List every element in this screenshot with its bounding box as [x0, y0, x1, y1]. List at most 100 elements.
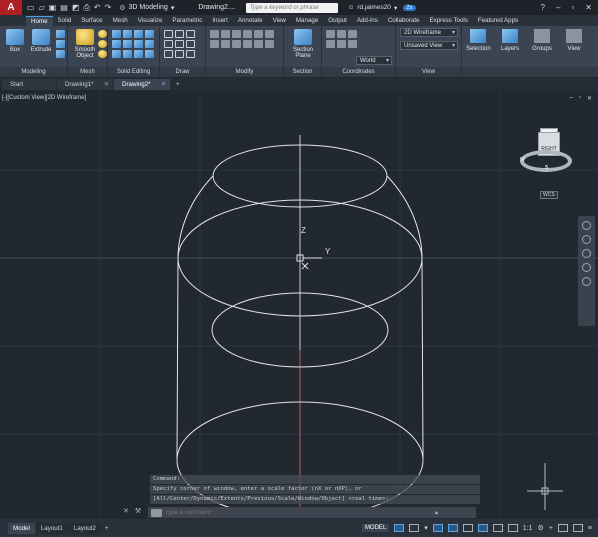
move-icon[interactable]	[210, 30, 219, 38]
help-search-input[interactable]: Type a keyword or phrase	[245, 2, 338, 13]
document-tab[interactable]: Start	[2, 79, 56, 90]
document-tab[interactable]: Drawing2* ✕	[114, 79, 170, 90]
ribbon-tab-featured-apps[interactable]: Featured Apps	[473, 16, 523, 26]
revolve-icon[interactable]	[56, 50, 65, 58]
mesh-smooth-less-icon[interactable]	[98, 40, 107, 48]
mesh-refine-icon[interactable]	[98, 50, 107, 58]
offset-icon[interactable]	[265, 30, 274, 38]
trim-icon[interactable]	[232, 40, 241, 48]
separate-icon[interactable]	[145, 40, 154, 48]
wcs-menu[interactable]: WCS	[540, 191, 558, 199]
zoom-icon[interactable]	[582, 249, 591, 258]
ribbon-tab-manage[interactable]: Manage	[291, 16, 323, 26]
ortho-toggle-icon[interactable]	[432, 524, 443, 532]
section-panel-label[interactable]: Section	[284, 67, 321, 77]
modeling-panel-label[interactable]: Modeling	[0, 67, 67, 77]
ribbon-tab-view[interactable]: View	[268, 16, 291, 26]
chamfer-edge-icon[interactable]	[123, 50, 132, 58]
ribbon-tab-annotate[interactable]: Annotate	[233, 16, 268, 26]
ucs-world-icon[interactable]	[337, 30, 346, 38]
extrude-button[interactable]: Extrude	[28, 29, 54, 63]
ribbon-tab-surface[interactable]: Surface	[76, 16, 107, 26]
taper-faces-icon[interactable]	[145, 50, 154, 58]
ribbon-tab-parametric[interactable]: Parametric	[167, 16, 207, 26]
ribbon-tab-mesh[interactable]: Mesh	[108, 16, 133, 26]
web-icon[interactable]: ◩	[72, 3, 80, 13]
command-prompt-icon[interactable]	[151, 508, 162, 517]
lineweight-icon[interactable]	[492, 524, 503, 532]
groups-button[interactable]: Groups	[530, 29, 554, 63]
annotation-scale[interactable]: 1:1	[523, 525, 533, 532]
close-tab-icon[interactable]: ✕	[161, 79, 166, 90]
spline-icon[interactable]	[164, 50, 173, 58]
chevron-down-icon[interactable]: ▾	[424, 524, 428, 532]
coordinates-panel-label[interactable]: Coordinates	[322, 67, 395, 77]
polar-toggle-icon[interactable]	[447, 524, 458, 532]
osnap-toggle-icon[interactable]	[477, 524, 488, 532]
user-account[interactable]: ☺ rd.jaimes20 ▾	[348, 4, 398, 12]
workspace-switcher[interactable]: ⚙ 3D Modeling ▾	[119, 4, 174, 12]
grid-toggle-icon[interactable]	[394, 524, 405, 532]
ucs-origin-icon[interactable]	[348, 30, 357, 38]
chevron-up-icon[interactable]: ▴	[435, 509, 438, 516]
ellipse-icon[interactable]	[175, 50, 184, 58]
new-tab-icon[interactable]: +	[171, 79, 185, 90]
isodraft-icon[interactable]	[462, 524, 473, 532]
smooth-object-button[interactable]: Smooth Object	[70, 29, 100, 63]
minimize-icon[interactable]: –	[556, 3, 560, 12]
pan-icon[interactable]	[582, 235, 591, 244]
ribbon-tab-solid[interactable]: Solid	[53, 16, 77, 26]
command-input[interactable]	[165, 509, 435, 516]
view-button[interactable]: View	[562, 29, 586, 63]
showmotion-icon[interactable]	[582, 277, 591, 286]
presspull-icon[interactable]	[56, 30, 65, 38]
rectangle-icon[interactable]	[175, 40, 184, 48]
redo-icon[interactable]: ↷	[105, 3, 112, 13]
ucs-x-icon[interactable]	[326, 40, 335, 48]
open-file-icon[interactable]: ▱	[39, 3, 45, 13]
ribbon-tab-insert[interactable]: Insert	[207, 16, 232, 26]
help-icon[interactable]: ?	[541, 3, 545, 12]
extend-icon[interactable]	[243, 40, 252, 48]
wrench-icon[interactable]: ⚒	[135, 507, 141, 515]
restore-icon[interactable]: ▫	[571, 3, 574, 12]
circle-icon[interactable]	[186, 30, 195, 38]
ucs-y-icon[interactable]	[337, 40, 346, 48]
viewcube[interactable]: RIGHT W S	[518, 128, 572, 178]
ucs-dropdown[interactable]: World	[356, 56, 392, 65]
snap-toggle-icon[interactable]	[409, 524, 420, 532]
interfere-icon[interactable]	[112, 40, 121, 48]
ribbon-tab-visualize[interactable]: Visualize	[133, 16, 168, 26]
shell-icon[interactable]	[134, 50, 143, 58]
close-tab-icon[interactable]: ✕	[104, 79, 109, 90]
ribbon-tab-home[interactable]: Home	[26, 16, 53, 26]
clean-screen-icon[interactable]	[572, 524, 583, 532]
cart-badge[interactable]: 2s	[403, 4, 416, 11]
erase-icon[interactable]	[265, 40, 274, 48]
save-as-icon[interactable]: ▤	[60, 3, 68, 13]
ribbon-tab-output[interactable]: Output	[323, 16, 352, 26]
new-file-icon[interactable]: ▭	[27, 3, 35, 13]
customization-menu-icon[interactable]: ≡	[588, 525, 592, 532]
drawing-viewport[interactable]: [-][Custom View][2D Wireframe] – ▫ ✕ Z Y…	[0, 90, 598, 517]
gear-icon[interactable]: ⚙	[538, 524, 544, 532]
extrude-faces-icon[interactable]	[134, 40, 143, 48]
add-layout-icon[interactable]: +	[105, 525, 109, 532]
view-panel-label[interactable]: View	[396, 67, 461, 77]
save-icon[interactable]: ▣	[49, 3, 57, 13]
ucs-z-icon[interactable]	[348, 40, 357, 48]
steering-wheel-icon[interactable]	[582, 221, 591, 230]
undo-icon[interactable]: ↶	[94, 3, 101, 13]
hatch-icon[interactable]	[186, 50, 195, 58]
viewcube-compass[interactable]: W S	[520, 150, 572, 172]
document-tab[interactable]: Drawing1* ✕	[57, 79, 113, 90]
visual-style-dropdown[interactable]: 2D Wireframe	[400, 28, 458, 37]
annotation-visibility-icon[interactable]	[507, 524, 518, 532]
layout-tab[interactable]: Layout2	[68, 522, 101, 534]
ribbon-tab-express-tools[interactable]: Express Tools	[425, 16, 473, 26]
arc-icon[interactable]	[164, 40, 173, 48]
layout-tab[interactable]: Model	[8, 522, 35, 534]
layout-tab[interactable]: Layout1	[35, 522, 68, 534]
layers-button[interactable]: Layers	[498, 29, 522, 63]
polyline-icon[interactable]	[175, 30, 184, 38]
